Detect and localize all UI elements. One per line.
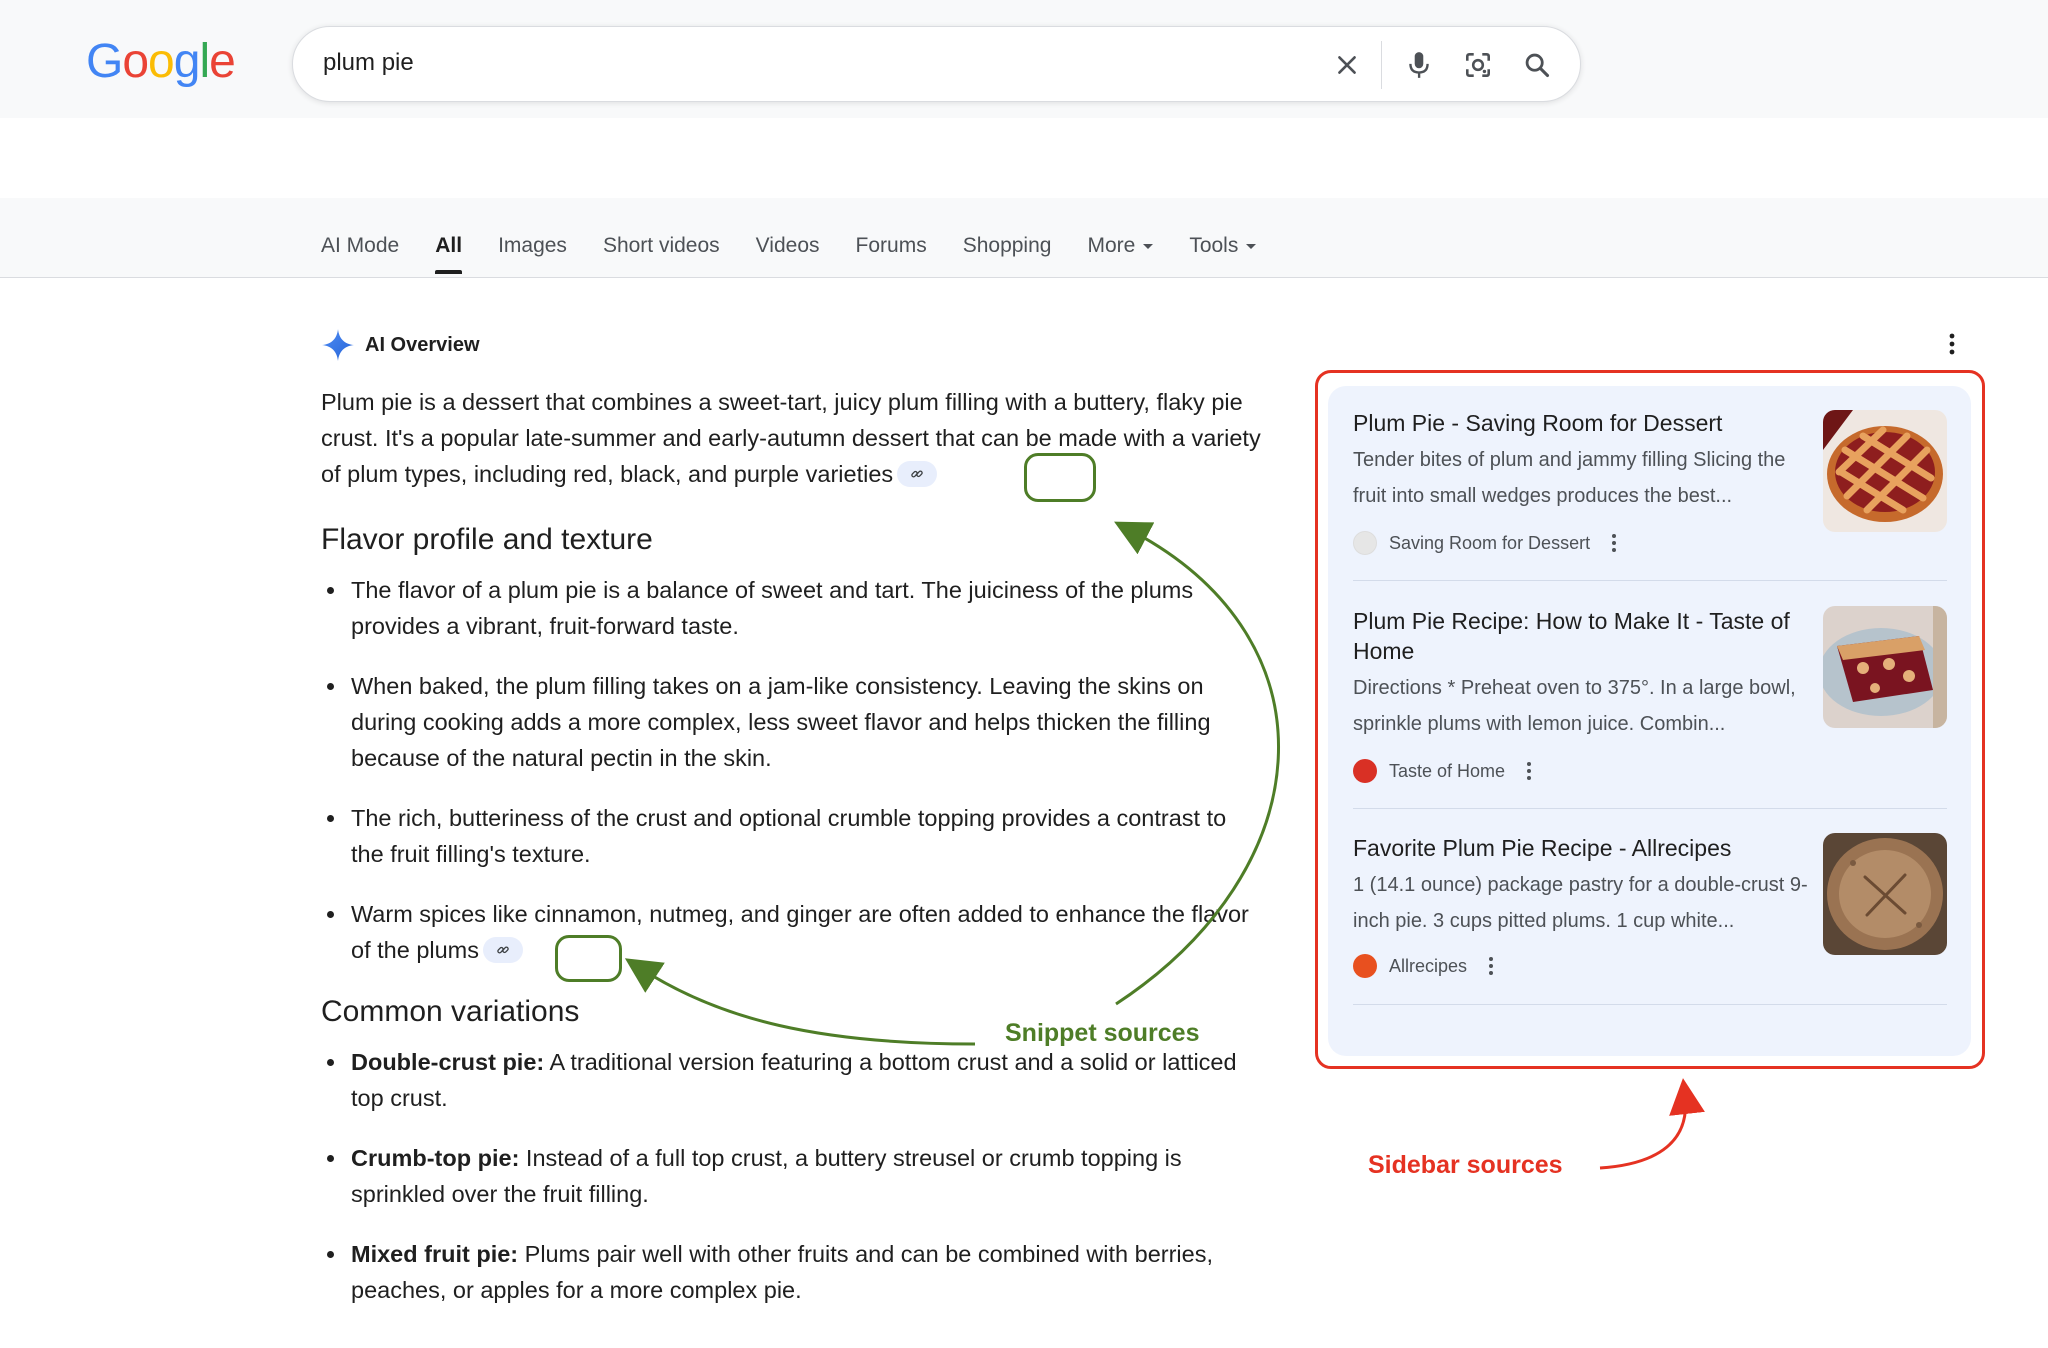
card-snippet: 1 (14.1 ounce) package pastry for a doub… xyxy=(1353,874,1808,932)
chevron-down-icon xyxy=(1246,243,1257,249)
tab-more[interactable]: More xyxy=(1087,228,1154,274)
flavor-heading: Flavor profile and texture xyxy=(321,523,653,556)
plum-pie-thumbnail[interactable] xyxy=(1823,833,1947,955)
more-options-icon[interactable] xyxy=(1525,760,1533,782)
intro-text: Plum pie is a dessert that combines a sw… xyxy=(321,389,1261,487)
list-item: Warm spices like cinnamon, nutmeg, and g… xyxy=(321,896,1261,968)
logo-letter: l xyxy=(199,35,210,88)
ai-overview-title: AI Overview xyxy=(365,333,480,356)
more-options-icon[interactable] xyxy=(1610,532,1618,554)
plum-pie-thumbnail[interactable] xyxy=(1823,410,1947,532)
tab-label: Shopping xyxy=(962,234,1052,257)
variation-term: Mixed fruit pie: xyxy=(351,1241,519,1267)
source-link-chip[interactable] xyxy=(897,460,938,487)
card-snippet: Tender bites of plum and jammy filling S… xyxy=(1353,449,1786,507)
tab-label: AI Mode xyxy=(321,234,400,257)
source-name: Saving Room for Dessert xyxy=(1389,532,1591,553)
card-source[interactable]: Saving Room for Dessert xyxy=(1353,531,1618,555)
arrow-to-sidebar xyxy=(1599,1078,1705,1170)
tab-label: Videos xyxy=(755,234,820,257)
card-title[interactable]: Plum Pie Recipe: How to Make It - Taste … xyxy=(1353,606,1813,666)
logo-letter: o xyxy=(122,35,149,88)
search-divider xyxy=(1381,41,1382,89)
tab-all[interactable]: All xyxy=(435,228,462,274)
link-icon xyxy=(911,470,923,478)
mic-icon[interactable] xyxy=(1399,45,1439,85)
tab-label: More xyxy=(1087,234,1136,257)
ai-overview-header: AI Overview xyxy=(321,328,480,362)
source-name: Taste of Home xyxy=(1389,760,1506,781)
tab-videos[interactable]: Videos xyxy=(756,228,820,274)
site-favicon-icon xyxy=(1353,531,1377,555)
site-favicon-icon xyxy=(1353,954,1377,978)
google-logo[interactable]: Google xyxy=(86,34,236,90)
variation-term: Crumb-top pie: xyxy=(351,1145,520,1171)
card-source[interactable]: Taste of Home xyxy=(1353,759,1533,783)
search-box[interactable]: plum pie xyxy=(292,26,1581,102)
source-link-chip[interactable] xyxy=(483,936,524,963)
ai-overview-intro: Plum pie is a dessert that combines a sw… xyxy=(321,384,1261,492)
logo-letter: o xyxy=(148,35,175,88)
card-divider xyxy=(1353,1004,1947,1005)
list-item: Mixed fruit pie: Plums pair well with ot… xyxy=(321,1236,1261,1308)
tab-images[interactable]: Images xyxy=(498,228,567,274)
plum-pie-thumbnail[interactable] xyxy=(1823,606,1947,728)
snippet-highlight-ring xyxy=(555,935,622,982)
tab-forums[interactable]: Forums xyxy=(856,228,927,274)
more-options-icon[interactable] xyxy=(1946,330,1958,363)
variation-term: Double-crust pie: xyxy=(351,1049,545,1075)
close-icon[interactable] xyxy=(1327,45,1367,85)
tab-label: Images xyxy=(498,234,567,257)
search-tabs: AI Mode All Images Short videos Videos F… xyxy=(321,228,1292,274)
tab-label: All xyxy=(435,234,463,257)
sidebar-sources-annotation: Sidebar sources xyxy=(1368,1151,1563,1179)
variations-list: Double-crust pie: A traditional version … xyxy=(321,1044,1261,1308)
snippet-highlight-ring xyxy=(1024,453,1096,502)
list-item: Crumb-top pie: Instead of a full top cru… xyxy=(321,1140,1261,1212)
more-options-icon[interactable] xyxy=(1487,955,1495,977)
chevron-down-icon xyxy=(1143,243,1154,249)
source-name: Allrecipes xyxy=(1389,955,1468,976)
card-divider xyxy=(1353,808,1947,809)
tab-shopping[interactable]: Shopping xyxy=(963,228,1052,274)
link-icon xyxy=(497,946,509,954)
card-title[interactable]: Plum Pie - Saving Room for Dessert xyxy=(1353,408,1813,438)
search-icon[interactable] xyxy=(1517,45,1557,85)
logo-letter: G xyxy=(86,35,123,88)
tab-short-videos[interactable]: Short videos xyxy=(603,228,720,274)
logo-letter: g xyxy=(173,35,201,88)
list-item: The flavor of a plum pie is a balance of… xyxy=(321,572,1261,644)
card-snippet: Directions * Preheat oven to 375°. In a … xyxy=(1353,677,1796,735)
card-title[interactable]: Favorite Plum Pie Recipe - Allrecipes xyxy=(1353,833,1813,863)
lens-camera-icon[interactable] xyxy=(1458,45,1498,85)
site-favicon-icon xyxy=(1353,759,1377,783)
list-item: Double-crust pie: A traditional version … xyxy=(321,1044,1261,1116)
tab-label: Forums xyxy=(855,234,927,257)
sparkle-icon xyxy=(322,329,354,361)
card-source[interactable]: Allrecipes xyxy=(1353,954,1495,978)
logo-letter: e xyxy=(209,35,236,88)
card-divider xyxy=(1353,580,1947,581)
list-item: When baked, the plum filling takes on a … xyxy=(321,668,1261,776)
list-item: The rich, butteriness of the crust and o… xyxy=(321,800,1261,872)
flavor-list: The flavor of a plum pie is a balance of… xyxy=(321,572,1261,968)
tab-tools[interactable]: Tools xyxy=(1189,228,1257,274)
snippet-sources-annotation: Snippet sources xyxy=(1005,1019,1200,1047)
tab-ai-mode[interactable]: AI Mode xyxy=(321,228,399,274)
ai-overview-content: Plum pie is a dessert that combines a sw… xyxy=(321,384,1261,1332)
search-input[interactable]: plum pie xyxy=(323,49,414,77)
tab-label: Tools xyxy=(1189,234,1239,257)
header-bar: Google plum pie xyxy=(0,0,2048,118)
tab-label: Short videos xyxy=(602,234,720,257)
